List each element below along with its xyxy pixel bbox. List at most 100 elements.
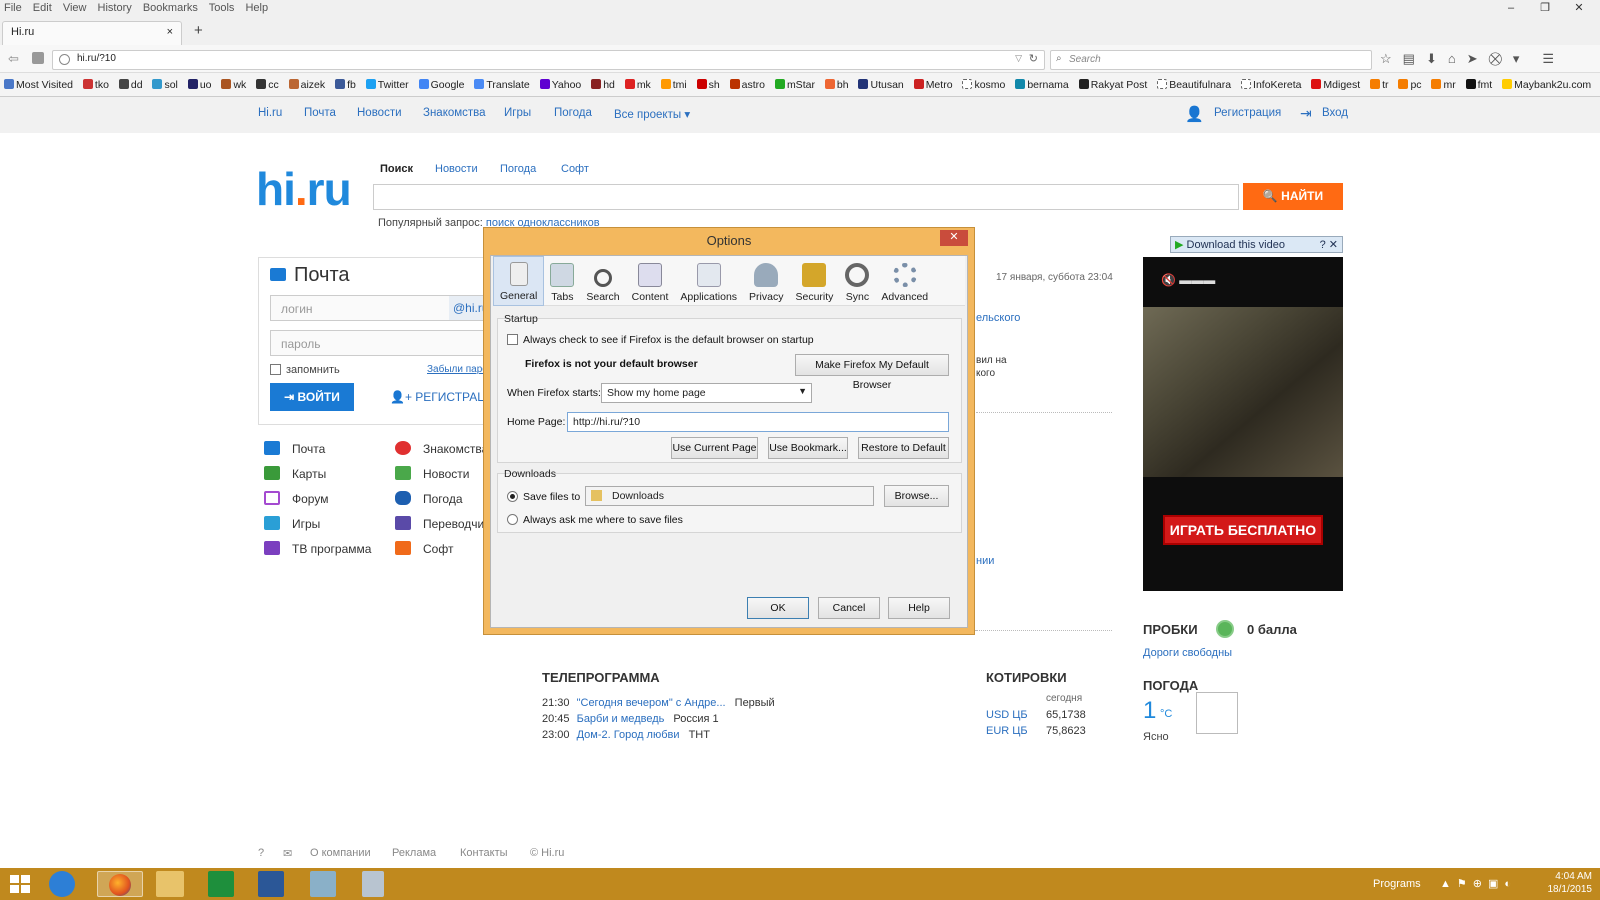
bookmark-item[interactable]: mr: [1431, 79, 1456, 91]
bookmark-item[interactable]: Utusan: [858, 79, 904, 91]
tab-sync[interactable]: Sync: [839, 256, 875, 306]
feedback-icon[interactable]: ✉: [283, 847, 292, 860]
login-link[interactable]: Вход: [1322, 107, 1348, 119]
search-tab-weather[interactable]: Погода: [500, 163, 536, 175]
tab-general[interactable]: General: [493, 256, 545, 306]
footer-ads[interactable]: Реклама: [392, 847, 436, 859]
menu-history[interactable]: History: [98, 2, 132, 14]
file-explorer-icon[interactable]: [156, 871, 184, 897]
ad-play-button[interactable]: ИГРАТЬ БЕСПЛАТНО: [1163, 515, 1323, 545]
bookmark-item[interactable]: Most Visited: [4, 79, 73, 91]
download-video-bar[interactable]: ▶ Download this video ? ✕: [1170, 236, 1343, 253]
tv-show-link[interactable]: Барби и медведь: [577, 713, 665, 725]
bookmark-item[interactable]: astro: [729, 79, 765, 91]
cancel-button[interactable]: Cancel: [818, 597, 880, 619]
browser-tab[interactable]: Hi.ru ×: [2, 21, 182, 45]
bookmark-item[interactable]: sh: [696, 79, 720, 91]
close-window-icon[interactable]: ✕: [1566, 0, 1592, 17]
bookmark-item[interactable]: Rakyat Post: [1078, 79, 1147, 91]
service-mail[interactable]: Почта: [264, 441, 325, 456]
reload-icon[interactable]: ↻: [1029, 52, 1038, 65]
service-soft[interactable]: Софт: [395, 541, 453, 556]
menu-tools[interactable]: Tools: [209, 2, 235, 14]
download-icon[interactable]: ⬇: [1426, 51, 1437, 67]
nav-hiru[interactable]: Hi.ru: [258, 107, 282, 119]
menu-bookmarks[interactable]: Bookmarks: [143, 2, 198, 14]
bookmark-item[interactable]: bernama: [1015, 79, 1069, 91]
bookmark-item[interactable]: uo: [187, 79, 212, 91]
search-tab-search[interactable]: Поиск: [380, 163, 413, 175]
tab-advanced[interactable]: Advanced: [875, 256, 934, 306]
bookmark-item[interactable]: Mdigest: [1311, 79, 1360, 91]
search-tab-news[interactable]: Новости: [435, 163, 478, 175]
page-grid-icon[interactable]: [32, 52, 44, 64]
send-icon[interactable]: ➤: [1467, 51, 1478, 67]
bookmark-item[interactable]: cc: [256, 79, 279, 91]
service-translator[interactable]: Переводчик: [395, 516, 487, 531]
footer-contacts[interactable]: Контакты: [460, 847, 508, 859]
notepad-icon[interactable]: [310, 871, 336, 897]
bookmark-item[interactable]: InfoKereta: [1241, 79, 1301, 91]
search-tab-soft[interactable]: Софт: [561, 163, 589, 175]
bookmark-item[interactable]: Translate: [474, 79, 530, 91]
enter-button[interactable]: ⇥ ВОЙТИ: [270, 383, 354, 411]
bookmark-item[interactable]: Beautifulnara: [1157, 79, 1231, 91]
dropdown-icon[interactable]: ▽: [1015, 53, 1022, 64]
bookmark-item[interactable]: tr: [1370, 79, 1389, 91]
browse-button[interactable]: Browse...: [884, 485, 949, 507]
register-link[interactable]: Регистрация: [1214, 107, 1281, 119]
restore-icon[interactable]: ❐: [1532, 0, 1558, 17]
bookmark-item[interactable]: tmi: [660, 79, 687, 91]
internet-explorer-icon[interactable]: [49, 871, 75, 897]
password-input[interactable]: пароль: [270, 330, 490, 356]
bookmark-item[interactable]: sol: [152, 79, 178, 91]
overflow-icon[interactable]: ▾: [1513, 51, 1520, 67]
service-maps[interactable]: Карты: [264, 466, 326, 481]
nav-all-projects[interactable]: Все проекты ▾: [614, 107, 690, 121]
help-icon[interactable]: ?: [258, 847, 264, 859]
use-bookmark-button[interactable]: Use Bookmark...: [768, 437, 848, 459]
new-tab-button[interactable]: +: [194, 22, 203, 39]
ok-button[interactable]: OK: [747, 597, 809, 619]
restore-default-button[interactable]: Restore to Default: [858, 437, 949, 459]
service-forum[interactable]: Форум: [264, 491, 328, 506]
nav-games[interactable]: Игры: [504, 107, 531, 119]
bookmark-item[interactable]: Twitter: [365, 79, 409, 91]
bookmark-item[interactable]: fb: [335, 79, 356, 91]
bookmark-item[interactable]: mk: [624, 79, 651, 91]
site-search-input[interactable]: [373, 184, 1239, 210]
footer-about[interactable]: О компании: [310, 847, 371, 859]
clock[interactable]: 4:04 AM 18/1/2015: [1548, 870, 1593, 896]
nav-dating[interactable]: Знакомства: [423, 107, 486, 119]
bookmark-star-icon[interactable]: ☆: [1380, 51, 1392, 67]
always-check-checkbox[interactable]: Always check to see if Firefox is the de…: [507, 334, 814, 346]
use-current-page-button[interactable]: Use Current Page: [671, 437, 758, 459]
site-logo[interactable]: hi.ru: [256, 162, 352, 216]
firefox-taskbar-icon[interactable]: [97, 871, 143, 897]
bookmark-item[interactable]: Metro: [913, 79, 953, 91]
traffic-status[interactable]: Дороги свободны: [1143, 647, 1232, 659]
programs-toolbar[interactable]: Programs: [1373, 878, 1421, 890]
nav-news[interactable]: Новости: [357, 107, 402, 119]
forgot-password-link[interactable]: Забыли пароль?: [427, 364, 485, 375]
tv-show-link[interactable]: Дом-2. Город любви: [577, 729, 680, 741]
bookmark-item[interactable]: wk: [221, 79, 246, 91]
quote-name[interactable]: USD ЦБ: [986, 709, 1028, 721]
bookmark-item[interactable]: aizek: [288, 79, 325, 91]
home-page-input[interactable]: http://hi.ru/?10: [567, 412, 949, 432]
tv-show-link[interactable]: "Сегодня вечером" с Андре...: [577, 697, 726, 709]
calculator-icon[interactable]: [362, 871, 384, 897]
bookmark-item[interactable]: hd: [591, 79, 615, 91]
bookmark-item[interactable]: kosmo: [962, 79, 1005, 91]
menu-view[interactable]: View: [63, 2, 87, 14]
bookmark-item[interactable]: bh: [824, 79, 849, 91]
search-bar[interactable]: ⌕ Search: [1050, 50, 1372, 70]
service-dating[interactable]: Знакомства: [395, 441, 487, 456]
tab-privacy[interactable]: Privacy: [743, 256, 789, 306]
reading-list-icon[interactable]: ▤: [1403, 51, 1415, 67]
bookmark-item[interactable]: Yahoo: [539, 79, 581, 91]
service-weather[interactable]: Погода: [395, 491, 463, 506]
windows-start-icon[interactable]: [10, 875, 30, 893]
service-news[interactable]: Новости: [395, 466, 469, 481]
hamburger-menu-icon[interactable]: ☰: [1542, 51, 1554, 67]
